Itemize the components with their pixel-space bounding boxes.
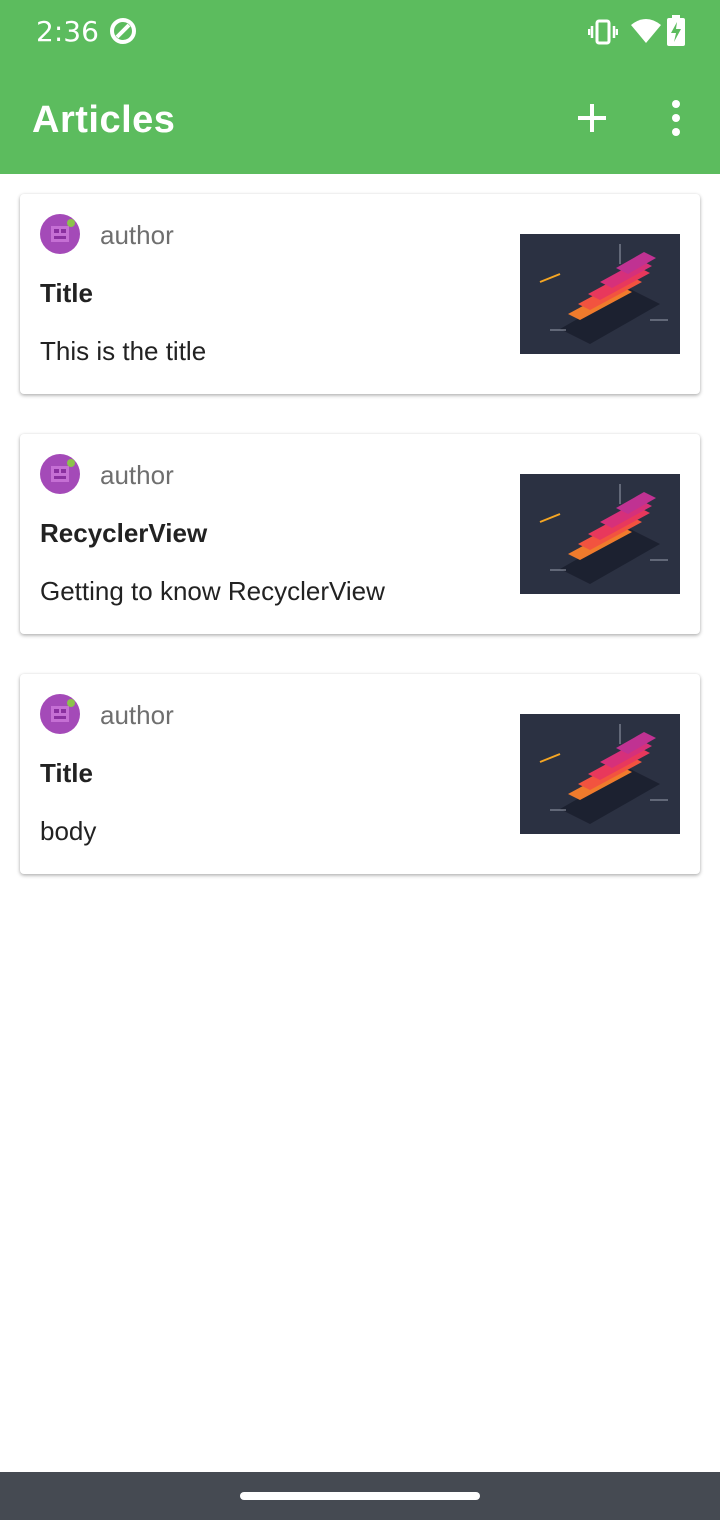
avatar-icon xyxy=(40,694,80,734)
article-card[interactable]: author Title This is the title xyxy=(20,194,700,394)
article-title: RecyclerView xyxy=(40,518,208,548)
article-author: author xyxy=(100,700,174,730)
navigation-bar xyxy=(0,1472,720,1520)
article-title: Title xyxy=(40,758,93,788)
home-gesture-handle[interactable] xyxy=(240,1492,480,1500)
article-body: This is the title xyxy=(40,336,207,366)
status-bar: 2:36 xyxy=(0,0,720,64)
article-card[interactable]: author RecyclerView Getting to know Recy… xyxy=(20,434,700,634)
more-vert-icon[interactable] xyxy=(662,98,690,138)
article-author: author xyxy=(100,460,174,490)
article-thumbnail-image xyxy=(520,474,680,594)
article-thumbnail-image xyxy=(520,714,680,834)
wifi-icon xyxy=(631,19,661,43)
avatar-icon xyxy=(40,454,80,494)
article-author: author xyxy=(100,220,174,250)
sync-icon xyxy=(110,18,136,44)
avatar-icon xyxy=(40,214,80,254)
app-bar-title: Articles xyxy=(32,99,176,141)
article-title: Title xyxy=(40,278,93,308)
article-card[interactable]: author Title body xyxy=(20,674,700,874)
article-body: body xyxy=(40,816,97,846)
app-bar: Articles xyxy=(0,64,720,174)
status-time: 2:36 xyxy=(36,15,99,48)
add-icon[interactable] xyxy=(572,98,612,138)
article-thumbnail-image xyxy=(520,234,680,354)
battery-charging-icon xyxy=(667,15,685,46)
vibrate-icon xyxy=(588,19,618,45)
article-body: Getting to know RecyclerView xyxy=(40,576,385,606)
